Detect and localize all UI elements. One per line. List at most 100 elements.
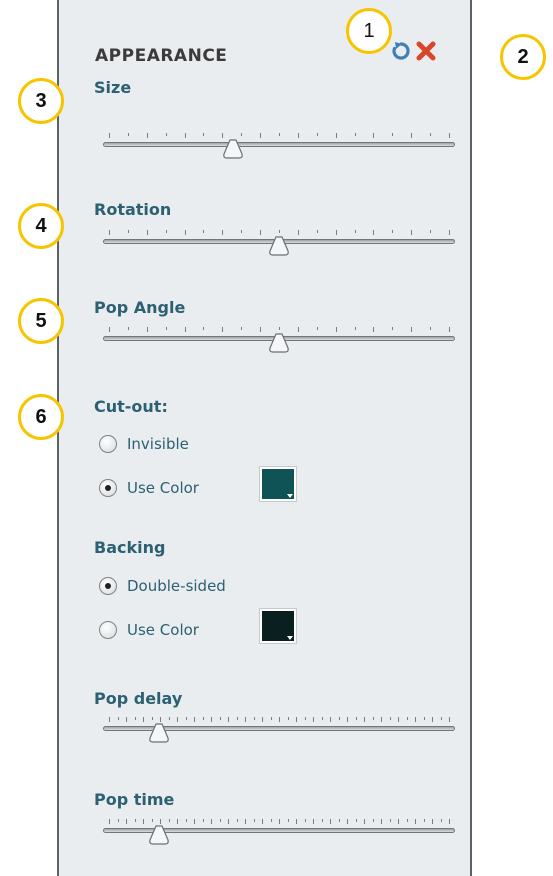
slider-tick [372, 819, 374, 822]
slider-tick [354, 133, 356, 136]
dropdown-arrow-icon [287, 636, 293, 640]
slider-tick [338, 717, 340, 720]
callout-6: 6 [18, 394, 64, 440]
slider-tick [194, 819, 195, 824]
slider-tick [415, 819, 416, 824]
slider-tick [168, 819, 170, 822]
backing-color-swatch[interactable] [259, 608, 297, 644]
callout-1: 1 [346, 8, 392, 54]
slider-tick [194, 717, 195, 722]
slider-tick [219, 717, 221, 720]
slider-tick [262, 717, 263, 722]
slider-tick [411, 133, 413, 138]
close-icon[interactable] [415, 40, 437, 62]
backing-use-color-label: Use Color [127, 621, 199, 639]
slider-tick [432, 717, 433, 722]
slider-tick [270, 819, 272, 822]
size-slider[interactable] [103, 131, 455, 161]
rotation-slider[interactable] [103, 228, 455, 258]
slider-tick [432, 819, 433, 824]
slider-tick [127, 327, 129, 330]
slider-tick [253, 819, 255, 822]
cutout-invisible-radio[interactable] [99, 435, 117, 453]
slider-tick [297, 230, 299, 235]
slider-tick [245, 819, 246, 824]
slider-tick [185, 717, 187, 720]
slider-tick [316, 327, 318, 330]
slider-tick [127, 230, 129, 233]
slider-ticks [109, 133, 450, 139]
slider-tick [440, 819, 442, 822]
slider-tick [297, 327, 299, 332]
slider-tick [321, 819, 323, 822]
slider-tick [287, 717, 289, 720]
pop-angle-slider[interactable] [103, 325, 455, 355]
slider-tick [185, 819, 187, 822]
slider-tick [109, 327, 110, 332]
pop-time-slider[interactable] [103, 817, 455, 847]
slider-tick [165, 327, 167, 330]
pop-angle-label: Pop Angle [94, 298, 186, 317]
slider-tick [160, 819, 161, 824]
cutout-invisible-option[interactable]: Invisible [99, 432, 189, 456]
slider-tick [260, 327, 262, 332]
callout-3: 3 [18, 78, 64, 124]
slider-tick [279, 327, 280, 330]
slider-tick [415, 717, 416, 722]
slider-tick [330, 819, 331, 824]
slider-tick [316, 133, 318, 136]
slider-track[interactable] [103, 142, 455, 147]
slider-tick [304, 717, 306, 720]
backing-use-color-option[interactable]: Use Color [99, 618, 199, 642]
slider-tick [184, 327, 186, 332]
slider-tick [165, 230, 167, 233]
cutout-use-color-radio[interactable] [99, 479, 117, 497]
slider-tick [296, 717, 297, 722]
panel-title: APPEARANCE [95, 46, 228, 66]
pop-delay-slider[interactable] [103, 715, 455, 745]
slider-thumb[interactable] [147, 723, 171, 743]
backing-double-sided-radio[interactable] [99, 577, 117, 595]
rotation-label: Rotation [94, 200, 172, 219]
slider-tick [203, 327, 205, 330]
slider-tick [321, 717, 323, 720]
slider-tick [364, 819, 365, 824]
slider-tick [373, 133, 375, 138]
backing-double-sided-option[interactable]: Double-sided [99, 574, 226, 598]
slider-tick [236, 717, 238, 720]
backing-color-fill [262, 611, 294, 641]
slider-tick [117, 819, 119, 822]
cutout-label: Cut-out: [94, 397, 168, 416]
slider-tick [355, 819, 357, 822]
cutout-use-color-option[interactable]: Use Color [99, 476, 199, 500]
cutout-color-swatch[interactable] [259, 466, 297, 502]
callout-4: 4 [18, 203, 64, 249]
slider-tick [151, 819, 153, 822]
slider-tick [143, 717, 144, 722]
slider-tick [228, 717, 229, 722]
slider-thumb[interactable] [221, 139, 245, 159]
slider-tick [406, 717, 408, 720]
slider-tick [373, 230, 375, 235]
slider-tick [219, 819, 221, 822]
slider-tick [381, 819, 382, 824]
slider-thumb[interactable] [147, 825, 171, 845]
slider-tick [222, 133, 224, 138]
slider-tick [184, 230, 186, 235]
slider-tick [449, 230, 450, 235]
slider-tick [347, 819, 348, 824]
slider-tick [146, 133, 148, 138]
slider-tick [411, 327, 413, 332]
slider-thumb[interactable] [267, 333, 291, 353]
slider-tick [335, 133, 337, 138]
slider-tick [392, 327, 394, 330]
slider-thumb[interactable] [267, 236, 291, 256]
slider-tick [354, 230, 356, 233]
slider-tick [347, 717, 348, 722]
reset-icon[interactable] [390, 40, 412, 62]
slider-tick [253, 717, 255, 720]
backing-use-color-radio[interactable] [99, 621, 117, 639]
slider-tick [168, 717, 170, 720]
slider-tick [330, 717, 331, 722]
slider-tick [430, 230, 432, 233]
